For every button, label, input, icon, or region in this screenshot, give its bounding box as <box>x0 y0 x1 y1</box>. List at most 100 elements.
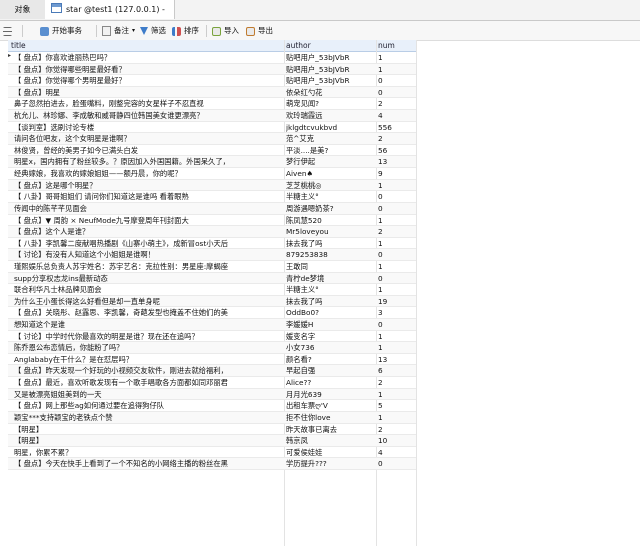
cell-num[interactable]: 0 <box>378 203 414 214</box>
table-row[interactable]: 【 讨论】中学时代你最喜欢的明星是谁？现在还在追吗？ 媛变名字 1 <box>8 331 416 343</box>
cell-title[interactable]: 明星x，国内拥有了粉丝较多。？原因加入外国国籍。外国呆久了， <box>14 156 280 167</box>
cell-author[interactable]: 学历提升??? <box>286 458 374 469</box>
cell-num[interactable]: 56 <box>378 145 414 156</box>
table-row[interactable]: 瑾熙娱乐总负责人苏宇姓名：苏宇艺名：克拉性别：男星座:摩蝎座 王敢同 1 <box>8 261 416 273</box>
table-row[interactable]: 【 盘点】这是哪个明星？ 芝芝桃桃◎ 1 <box>8 179 416 192</box>
cell-num[interactable]: 10 <box>378 435 414 446</box>
table-row[interactable]: 【谈判室】选刷讨论专楼 jklgdtcvukbvd 556 <box>8 122 416 134</box>
sort-button[interactable]: 排序 <box>172 24 199 38</box>
cell-title[interactable]: 【明星】 <box>14 435 280 446</box>
cell-title[interactable]: 颖宝***支持颖宝的老铁点个赞 <box>14 412 280 423</box>
cell-title[interactable]: 为什么王小蛋长得这么好看但是却一直单身呢 <box>14 296 280 307</box>
cell-author[interactable]: OddBo0? <box>286 307 374 318</box>
cell-author[interactable]: 抹去我了吗 <box>286 296 374 307</box>
table-row[interactable]: 【 盘点】昨天发现一个好玩的小视频交友软件，刚进去就给福利， 早起自强 6 <box>8 365 416 378</box>
cell-author[interactable]: 贴吧用户_53bJVbR <box>286 75 374 86</box>
cell-num[interactable]: 1 <box>378 238 414 249</box>
cell-author[interactable]: 萌宠见闻? <box>286 98 374 109</box>
cell-author[interactable]: 可爱侯娃娃 <box>286 447 374 458</box>
cell-author[interactable]: 879253838 <box>286 249 374 260</box>
cell-num[interactable]: 0 <box>378 458 414 469</box>
table-row[interactable]: 鼻子忽然拍进去，脸蛋嘴料，刚整完容的女星样子不忍直视 萌宠见闻? 2 <box>8 98 416 111</box>
cell-title[interactable]: 【 盘点】关晓彤、赵露思、李凯馨，奇葩发型也掩盖不住她们的美 <box>14 307 280 318</box>
cell-title[interactable]: 【 盘点】昨天发现一个好玩的小视频交友软件，刚进去就给福利， <box>14 365 280 376</box>
cell-num[interactable]: 2 <box>378 226 414 237</box>
cell-num[interactable]: 1 <box>378 64 414 75</box>
cell-author[interactable]: 拒不住你love <box>286 412 374 423</box>
table-row[interactable]: 联合利华凡士林品牌见面会 半糖主义° 1 <box>8 284 416 296</box>
table-row[interactable]: Anglababy在干什么？是在怼层吗？ 颜名看? 13 <box>8 354 416 366</box>
table-row[interactable]: 【 盘点】▼ 周韵 × NeufMode九号摩登周年刊封面大 陈凤慧520 1 <box>8 215 416 227</box>
table-row[interactable]: 为什么王小蛋长得这么好看但是却一直单身呢 抹去我了吗 19 <box>8 295 416 308</box>
cell-num[interactable]: 2 <box>378 98 414 109</box>
cell-author[interactable]: 半糖主义° <box>286 284 374 295</box>
cell-title[interactable]: 【谈判室】选刷讨论专楼 <box>14 122 280 133</box>
cell-num[interactable]: 2 <box>378 424 414 435</box>
cell-author[interactable]: Alice?? <box>286 377 374 388</box>
cell-author[interactable]: 王敢同 <box>286 261 374 272</box>
cell-title[interactable]: 【 盘点】最近，喜欢听歌发现有一个歌手唱歌各方面都如同邓丽君 <box>14 377 280 388</box>
cell-num[interactable]: 556 <box>378 122 414 133</box>
tab-table-star[interactable]: star @test1 (127.0.0.1) - 表 <box>45 0 175 33</box>
cell-author[interactable]: 月月光639 <box>286 389 374 400</box>
table-row[interactable]: 想知道这个是谁 李媛媛H 0 <box>8 319 416 331</box>
cell-num[interactable]: 6 <box>378 365 414 376</box>
cell-title[interactable]: 【 盘点】这个人是谁？ <box>14 226 280 237</box>
cell-num[interactable]: 0 <box>378 75 414 86</box>
menu-icon[interactable] <box>3 24 15 38</box>
cell-author[interactable]: 韩京凤 <box>286 435 374 446</box>
cell-num[interactable]: 1 <box>378 412 414 423</box>
table-row[interactable]: 明星，你累不累？ 可爱侯娃娃 4 <box>8 447 416 459</box>
cell-num[interactable]: 1 <box>378 331 414 342</box>
cell-author[interactable]: 陈凤慧520 <box>286 215 374 226</box>
cell-author[interactable]: 媛变名字 <box>286 331 374 342</box>
table-row[interactable]: 明星x，国内拥有了粉丝较多。？原因加入外国国籍。外国呆久了， 梦行伊起 13 <box>8 156 416 169</box>
table-row[interactable]: 【明星】 昨天故事已离去 2 <box>8 424 416 436</box>
cell-title[interactable]: 【 盘点】这是哪个明星？ <box>14 180 280 191</box>
cell-title[interactable]: 【 讨论】中学时代你最喜欢的明星是谁？现在还在追吗？ <box>14 331 280 342</box>
table-row[interactable]: 陈乔恩公布恋情后，你能粉了吗？ 小女736 1 <box>8 342 416 354</box>
table-row[interactable]: 【 盘点】你觉得哪个男明星最好？ 贴吧用户_53bJVbR 0 <box>8 75 416 87</box>
cell-author[interactable]: 周游遇嗯奶茶? <box>286 203 374 214</box>
cell-num[interactable]: 1 <box>378 389 414 400</box>
cell-num[interactable]: 0 <box>378 249 414 260</box>
cell-title[interactable]: 杭允儿、林珍娜、李成敏和威哥静四位韩国美女谁更漂亮？ <box>14 110 280 121</box>
cell-author[interactable]: jklgdtcvukbvd <box>286 122 374 133</box>
tab-objects[interactable]: 对象 <box>0 0 46 19</box>
cell-num[interactable]: 4 <box>378 110 414 121</box>
cell-title[interactable]: 又是被漂亮姐姐美到的一天 <box>14 389 280 400</box>
cell-title[interactable]: 【 盘点】▼ 周韵 × NeufMode九号摩登周年刊封面大 <box>14 215 280 226</box>
cell-author[interactable]: 梦行伊起 <box>286 156 374 167</box>
cell-author[interactable]: 贴吧用户_53bJVbR <box>286 64 374 75</box>
cell-num[interactable]: 0 <box>378 191 414 202</box>
cell-author[interactable]: 抹去我了吗 <box>286 238 374 249</box>
cell-author[interactable]: 昨天故事已离去 <box>286 424 374 435</box>
cell-title[interactable]: 【明星】 <box>14 424 280 435</box>
table-row[interactable]: 林俊贤，曾经的美男子如今已满头白发 平淡....是美? 56 <box>8 145 416 157</box>
filter-button[interactable]: 筛选 <box>140 24 166 38</box>
table-row[interactable]: 又是被漂亮姐姐美到的一天 月月光639 1 <box>8 388 416 401</box>
cell-title[interactable]: Anglababy在干什么？是在怼层吗？ <box>14 354 280 365</box>
column-header-author[interactable]: author <box>286 40 311 51</box>
column-header-title[interactable]: title <box>11 40 26 51</box>
cell-title[interactable]: supp分享权志龙ins最新动态 <box>14 273 280 284</box>
cell-title[interactable]: 鼻子忽然拍进去，脸蛋嘴料，刚整完容的女星样子不忍直视 <box>14 98 280 109</box>
cell-author[interactable]: 出租车票ღ'V <box>286 400 374 411</box>
export-button[interactable]: 导出 <box>246 24 273 38</box>
cell-title[interactable]: 瑾熙娱乐总负责人苏宇姓名：苏宇艺名：克拉性别：男星座:摩蝎座 <box>14 261 280 272</box>
cell-num[interactable]: 0 <box>378 319 414 330</box>
begin-transaction-button[interactable]: 开始事务 <box>40 24 82 38</box>
table-row[interactable]: 【 盘点】你觉得哪些明星最好看？ 贴吧用户_53bJVbR 1 <box>8 63 416 76</box>
cell-author[interactable]: 半糖主义° <box>286 191 374 202</box>
cell-title[interactable]: 想知道这个是谁 <box>14 319 280 330</box>
table-row[interactable]: 颖宝***支持颖宝的老铁点个赞 拒不住你love 1 <box>8 411 416 424</box>
cell-author[interactable]: 小女736 <box>286 342 374 353</box>
cell-author[interactable]: Aiven♠ <box>286 168 374 179</box>
table-row[interactable]: 【 八卦】李凯馨二度献唱热播剧《山寨小萌主》，成新冒ost小天后 抹去我了吗 1 <box>8 238 416 250</box>
cell-num[interactable]: 13 <box>378 156 414 167</box>
cell-num[interactable]: 0 <box>378 87 414 98</box>
cell-title[interactable]: 【 盘点】明星 <box>14 87 280 98</box>
table-row[interactable]: 【明星】 韩京凤 10 <box>8 435 416 447</box>
cell-author[interactable]: 欢玲瑞霞远 <box>286 110 374 121</box>
table-row[interactable]: 【 盘点】这个人是谁？ Mr5loveyou 2 <box>8 226 416 238</box>
